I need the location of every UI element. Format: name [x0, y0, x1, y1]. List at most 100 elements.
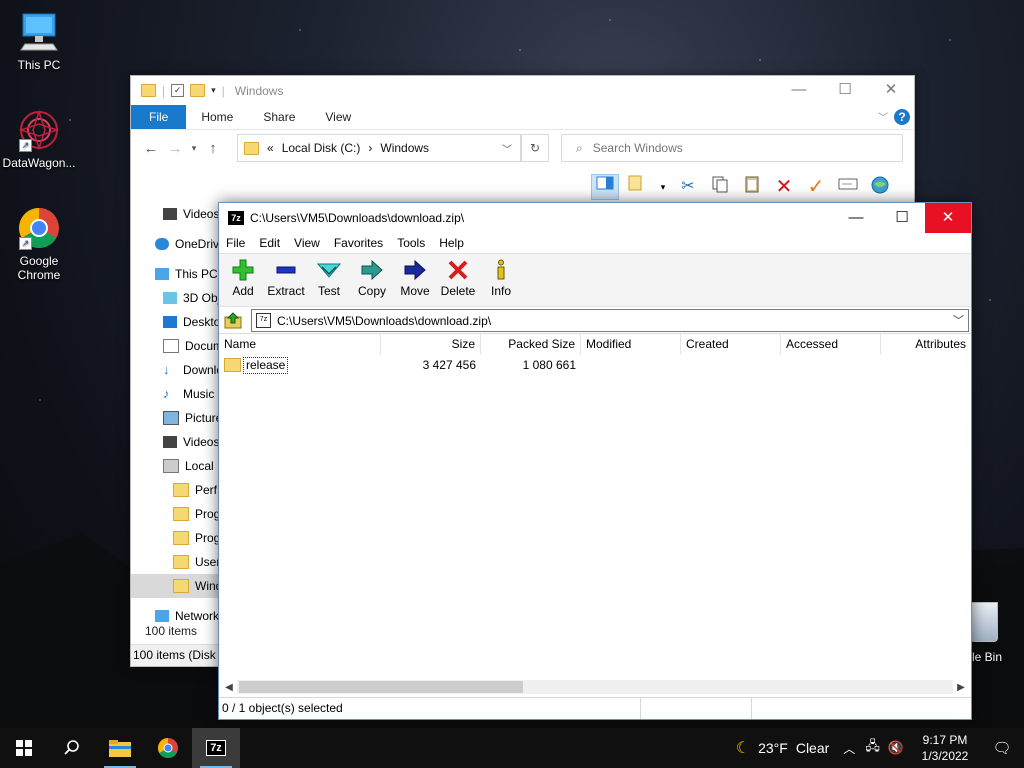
breadcrumb-windows[interactable]: Windows: [380, 141, 429, 155]
nav-item-videos-2[interactable]: Videos: [131, 430, 221, 454]
menu-edit[interactable]: Edit: [252, 236, 287, 250]
horizontal-scrollbar[interactable]: ◀ ▶: [221, 679, 969, 695]
volume-muted-icon[interactable]: 🔇: [888, 740, 904, 756]
start-button[interactable]: [0, 728, 48, 768]
expand-ribbon-icon[interactable]: ﹀: [878, 109, 888, 124]
up-arrow-icon[interactable]: ↑: [201, 140, 225, 157]
preview-pane-icon[interactable]: [591, 174, 619, 200]
up-folder-button[interactable]: [223, 310, 243, 330]
copy-icon[interactable]: [707, 175, 733, 199]
search-box[interactable]: ⌕ Search Windows: [561, 134, 903, 162]
sevenzip-path-text[interactable]: C:\Users\VM5\Downloads\download.zip\: [277, 314, 491, 328]
customize-quick-access-icon[interactable]: ▾: [211, 85, 216, 96]
search-button[interactable]: [48, 728, 96, 768]
tab-home[interactable]: Home: [186, 105, 248, 129]
globe-icon[interactable]: [867, 175, 893, 199]
info-button[interactable]: Info: [483, 254, 519, 298]
nav-item-users[interactable]: Users: [131, 550, 221, 574]
move-button[interactable]: Move: [397, 254, 433, 298]
clock[interactable]: 9:17 PM 1/3/2022: [910, 732, 980, 764]
breadcrumb-overflow[interactable]: «: [267, 141, 274, 155]
minimize-button[interactable]: —: [776, 76, 822, 105]
extract-button[interactable]: Extract: [267, 254, 305, 298]
menu-view[interactable]: View: [287, 236, 327, 250]
forward-arrow-icon[interactable]: →: [163, 140, 187, 157]
rename-icon[interactable]: [835, 175, 861, 199]
tab-view[interactable]: View: [310, 105, 366, 129]
scrollbar-track[interactable]: [237, 680, 953, 694]
copy-button[interactable]: Copy: [354, 254, 390, 298]
nav-item-downloads[interactable]: ↓Downloads: [131, 358, 221, 382]
maximize-button[interactable]: ☐: [879, 203, 925, 233]
menu-file[interactable]: File: [219, 236, 252, 250]
breadcrumb-separator[interactable]: ›: [368, 141, 372, 155]
scrollbar-thumb[interactable]: [239, 681, 523, 693]
search-input[interactable]: Search Windows: [593, 141, 683, 155]
scroll-right-icon[interactable]: ▶: [953, 682, 969, 693]
menu-help[interactable]: Help: [432, 236, 471, 250]
sevenzip-window[interactable]: 7z C:\Users\VM5\Downloads\download.zip\ …: [218, 202, 972, 720]
nav-item-program-files[interactable]: Program Files: [131, 502, 221, 526]
column-header-packed-size[interactable]: Packed Size: [481, 333, 581, 355]
view-options-icon[interactable]: [625, 175, 651, 199]
table-row[interactable]: release 3 427 456 1 080 661: [219, 355, 971, 375]
column-header-size[interactable]: Size: [381, 333, 481, 355]
cut-icon[interactable]: ✂: [675, 175, 701, 199]
delete-button[interactable]: Delete: [440, 254, 476, 298]
chevron-down-icon[interactable]: ﹀: [502, 141, 512, 156]
scroll-left-icon[interactable]: ◀: [221, 682, 237, 693]
menu-favorites[interactable]: Favorites: [327, 236, 390, 250]
desktop-icon-datawagon[interactable]: ↗ DataWagon...: [0, 108, 78, 170]
moon-weather-icon[interactable]: ☾: [736, 738, 750, 758]
minimize-button[interactable]: —: [833, 203, 879, 233]
notifications-icon[interactable]: 🗨: [980, 739, 1024, 757]
maximize-button[interactable]: ☐: [822, 76, 868, 105]
network-icon[interactable]: 🖧: [865, 737, 880, 759]
menu-tools[interactable]: Tools: [390, 236, 432, 250]
sevenzip-titlebar[interactable]: 7z C:\Users\VM5\Downloads\download.zip\ …: [219, 203, 971, 233]
weather-condition[interactable]: Clear: [796, 740, 829, 756]
explorer-titlebar[interactable]: | ✓ ▾ | Windows — ☐ ✕: [131, 76, 914, 105]
refresh-button[interactable]: ↻: [521, 134, 549, 162]
nav-item-program-files-x86[interactable]: Program Files (x86): [131, 526, 221, 550]
close-button[interactable]: ✕: [925, 203, 971, 233]
nav-item-3d-objects[interactable]: 3D Objects: [131, 286, 221, 310]
row-name-cell[interactable]: release: [219, 355, 381, 375]
recent-locations-icon[interactable]: ▾: [187, 143, 201, 154]
chevron-down-icon[interactable]: ﹀: [953, 312, 964, 328]
taskbar-file-explorer[interactable]: [96, 728, 144, 768]
nav-item-windows[interactable]: Windows: [131, 574, 221, 598]
taskbar-chrome[interactable]: [144, 728, 192, 768]
properties-icon[interactable]: ✓: [171, 84, 185, 97]
nav-item-this-pc[interactable]: This PC: [131, 262, 221, 286]
breadcrumb-local-disk[interactable]: Local Disk (C:): [282, 141, 361, 155]
column-header-modified[interactable]: Modified: [581, 333, 681, 355]
checkmark-icon[interactable]: ✓: [803, 175, 829, 199]
chevron-down-icon[interactable]: ▾: [657, 175, 669, 199]
desktop-icon-recycle-bin[interactable]: cle Bin: [966, 602, 1024, 664]
new-folder-icon[interactable]: [190, 84, 206, 97]
desktop-icon-this-pc[interactable]: This PC: [0, 10, 78, 72]
add-button[interactable]: Add: [225, 254, 261, 298]
tab-file[interactable]: File: [131, 105, 187, 129]
tab-share[interactable]: Share: [248, 105, 310, 129]
column-header-accessed[interactable]: Accessed: [781, 333, 881, 355]
nav-item-music[interactable]: ♪ Music: [131, 382, 221, 406]
delete-icon[interactable]: ✕: [771, 175, 797, 199]
nav-item-videos[interactable]: Videos: [131, 202, 221, 226]
sevenzip-path-combobox[interactable]: 7z C:\Users\VM5\Downloads\download.zip\ …: [251, 309, 969, 332]
taskbar-7zip[interactable]: 7z: [192, 728, 240, 768]
column-header-created[interactable]: Created: [681, 333, 781, 355]
test-button[interactable]: Test: [311, 254, 347, 298]
help-icon[interactable]: ?: [894, 109, 910, 125]
nav-item-pictures[interactable]: Pictures: [131, 406, 221, 430]
nav-item-onedrive[interactable]: OneDrive: [131, 232, 221, 256]
nav-item-local-disk[interactable]: Local Disk (C:): [131, 454, 221, 478]
address-bar[interactable]: « Local Disk (C:) › Windows ﹀: [237, 134, 521, 162]
show-hidden-icons-chevron-icon[interactable]: ︿: [843, 740, 855, 757]
column-header-name[interactable]: Name: [219, 333, 381, 355]
close-button[interactable]: ✕: [868, 76, 914, 105]
nav-item-documents[interactable]: Documents: [131, 334, 221, 358]
paste-icon[interactable]: [739, 175, 765, 199]
weather-temperature[interactable]: 23°F: [758, 740, 788, 756]
